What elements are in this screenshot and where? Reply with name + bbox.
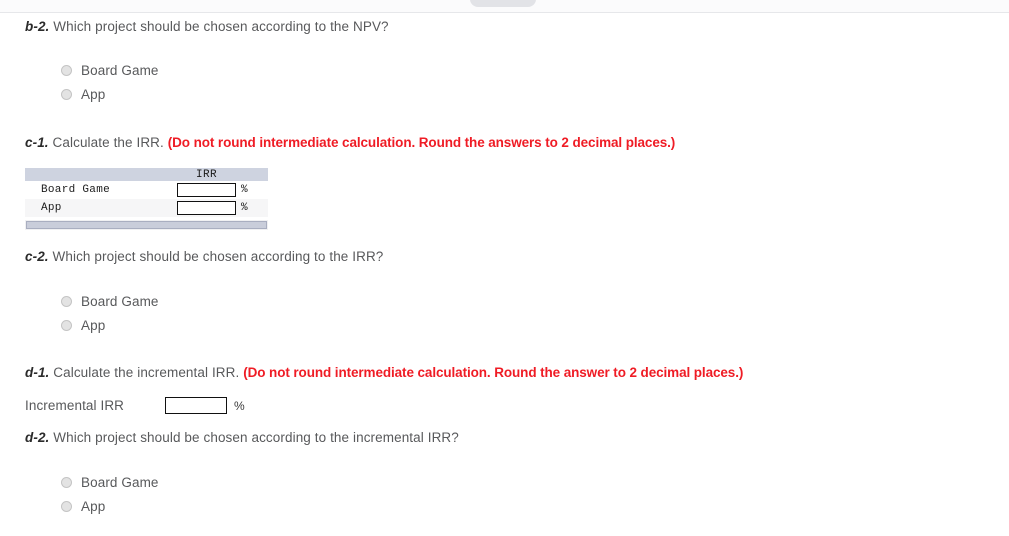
irr-input-app[interactable] [177,201,236,215]
radio-option-d2-app[interactable]: App [61,494,159,518]
question-c1-rounding-note: (Do not round intermediate calculation. … [167,135,676,150]
radio-option-label: App [81,317,106,333]
irr-input-cell-board-game [175,181,238,199]
question-d2-prompt: d-2. Which project should be chosen acco… [25,430,459,446]
irr-table-body: Board Game % App % [25,181,268,217]
irr-col-header-irr: IRR [175,168,238,181]
radio-option-c2-board-game[interactable]: Board Game [61,289,159,313]
irr-table: IRR Board Game % App % [25,168,268,217]
incremental-irr-unit: % [234,398,245,413]
radio-circle-icon[interactable] [61,88,72,100]
radio-circle-icon[interactable] [61,476,72,488]
question-c2-text: Which project should be chosen according… [52,249,384,264]
irr-table-header: IRR [25,168,268,181]
question-d2-options: Board Game App [61,470,159,518]
question-d1-text: Calculate the incremental IRR. [53,365,240,380]
question-d2-text: Which project should be chosen according… [53,430,459,445]
irr-col-header-blank [25,168,175,181]
question-b2-text: Which project should be chosen according… [53,19,389,34]
question-c2-prompt: c-2. Which project should be chosen acco… [25,249,383,265]
question-b2-label: b-2. [25,19,50,34]
question-d1-rounding-note: (Do not round intermediate calculation. … [243,365,744,380]
irr-table-widget: IRR Board Game % App % [25,168,268,230]
irr-unit-board-game: % [238,181,268,199]
irr-unit-app: % [238,199,268,217]
question-d2-label: d-2. [25,430,50,445]
question-d1-label: d-1. [25,365,50,380]
radio-option-label: Board Game [81,293,159,309]
question-c1-text: Calculate the IRR. [52,135,164,150]
irr-row-label-app: App [25,199,175,217]
irr-input-cell-app [175,199,238,217]
radio-option-c2-app[interactable]: App [61,313,159,337]
scroll-handle-pill[interactable] [470,0,536,7]
radio-option-d2-board-game[interactable]: Board Game [61,470,159,494]
scrollbar-thumb[interactable] [26,221,267,229]
table-row: Board Game % [25,181,268,199]
radio-option-label: Board Game [81,62,159,78]
radio-option-b2-board-game[interactable]: Board Game [61,58,159,82]
radio-option-label: Board Game [81,474,159,490]
incremental-irr-label: Incremental IRR [25,398,125,413]
radio-option-b2-app[interactable]: App [61,82,159,106]
radio-circle-icon[interactable] [61,319,72,331]
question-c2-label: c-2. [25,249,49,264]
incremental-irr-input[interactable] [165,397,227,414]
radio-option-label: App [81,86,106,102]
radio-option-label: App [81,498,106,514]
radio-circle-icon[interactable] [61,500,72,512]
question-b2-options: Board Game App [61,58,159,106]
irr-row-label-board-game: Board Game [25,181,175,199]
irr-col-header-unit [238,168,268,181]
irr-table-horizontal-scrollbar[interactable] [25,219,268,230]
table-row: App % [25,199,268,217]
question-c2-options: Board Game App [61,289,159,337]
irr-input-board-game[interactable] [177,183,236,197]
radio-circle-icon[interactable] [61,64,72,76]
question-d1-prompt: d-1. Calculate the incremental IRR. (Do … [25,365,743,381]
top-divider-bar [0,0,1009,13]
question-b2-prompt: b-2. Which project should be chosen acco… [25,19,389,35]
question-c1-label: c-1. [25,135,49,150]
question-c1-prompt: c-1. Calculate the IRR. (Do not round in… [25,135,675,151]
irr-table-header-row: IRR [25,168,268,181]
radio-circle-icon[interactable] [61,295,72,307]
incremental-irr-field-row: Incremental IRR % [25,397,245,414]
